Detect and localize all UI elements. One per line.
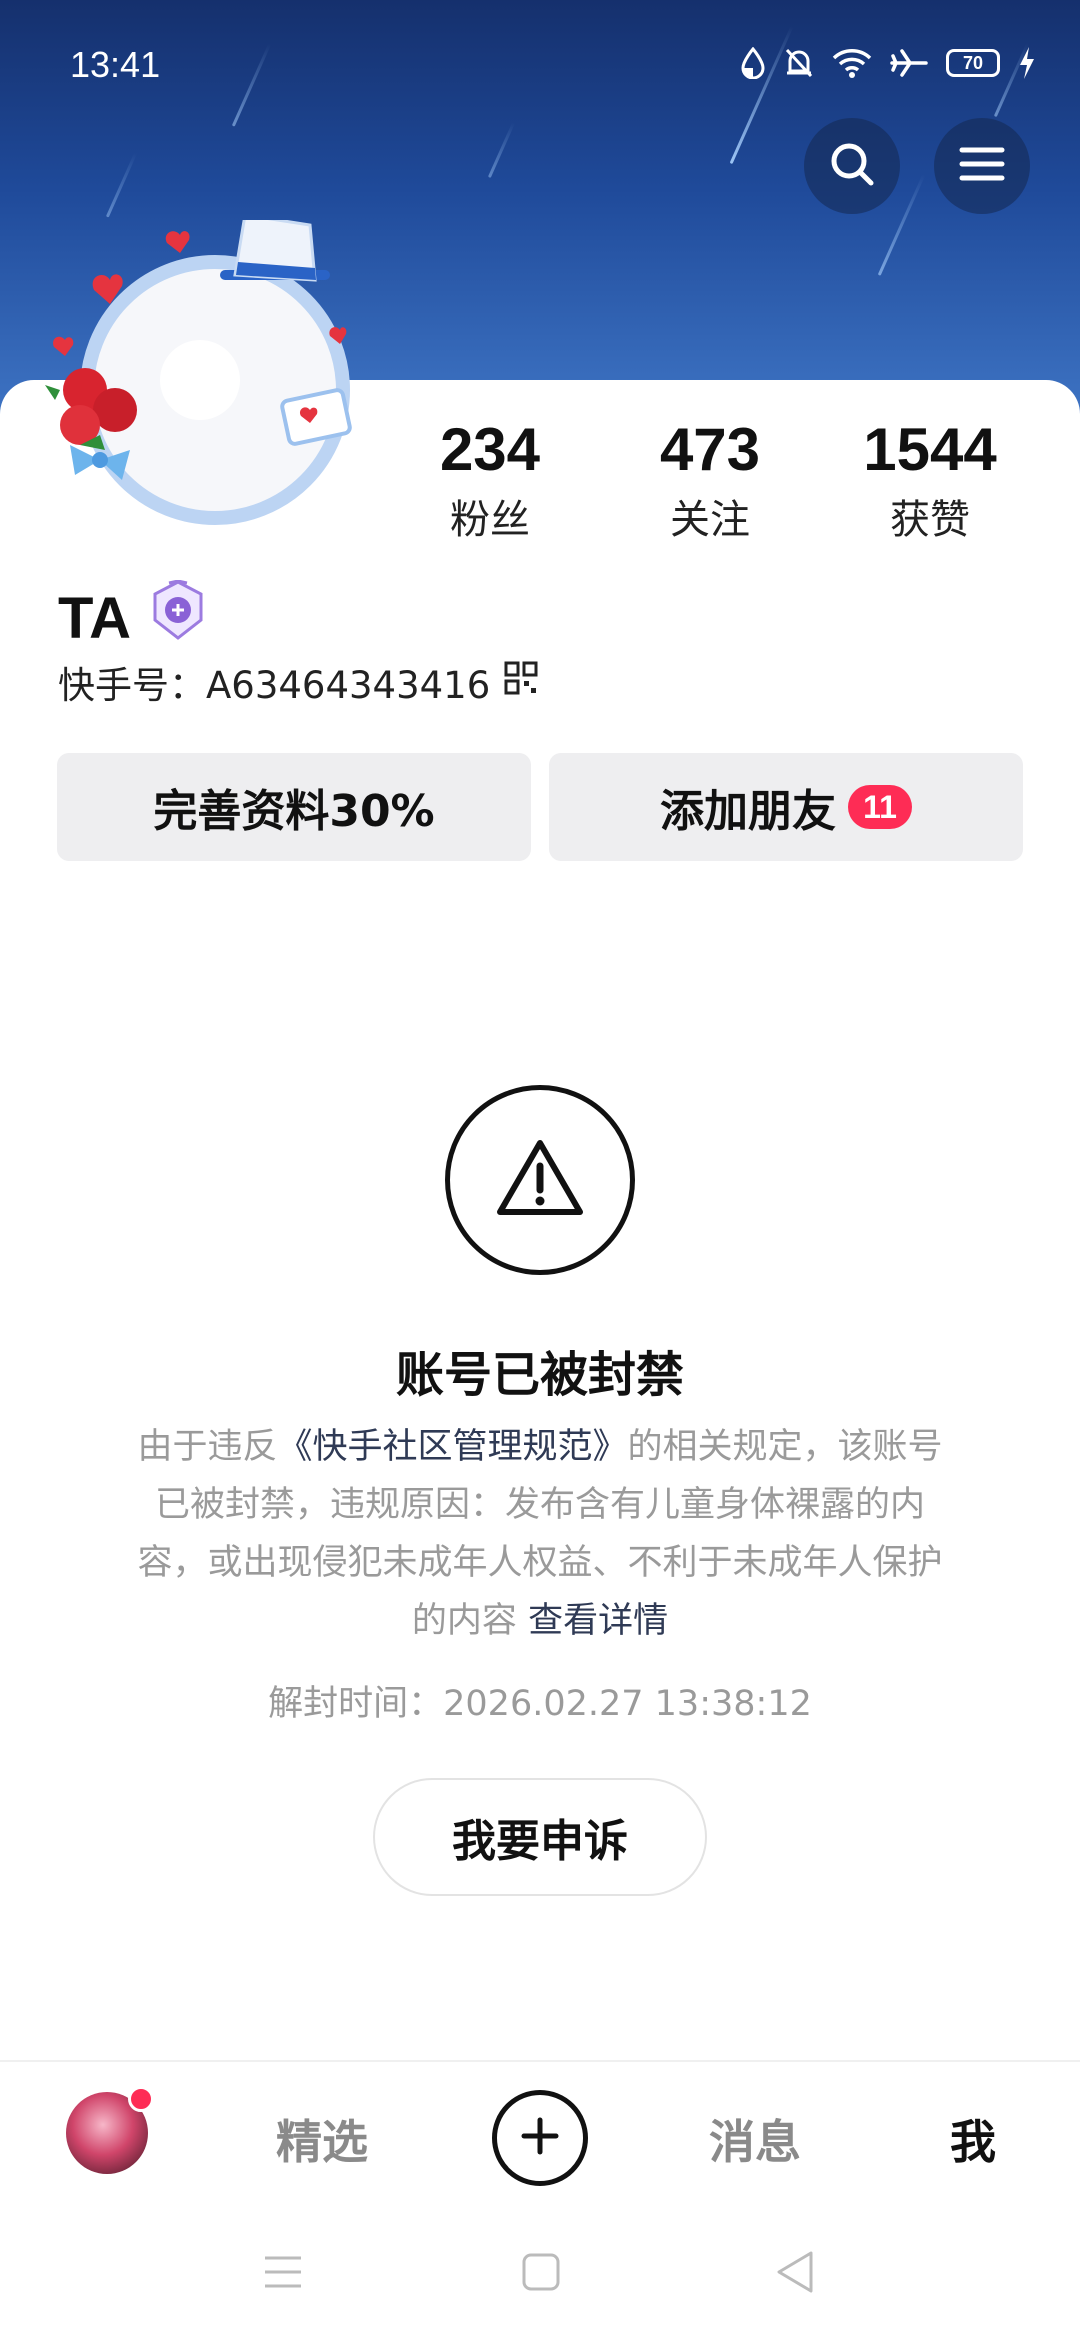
stat-label: 关注 [670,497,750,543]
stat-label: 粉丝 [450,497,530,543]
stat-value: 473 [659,416,761,483]
nav-me[interactable]: 我 [950,2106,996,2172]
stat-following[interactable]: 473 关注 [615,415,805,545]
appeal-button[interactable]: 我要申诉 [373,1778,707,1896]
home-icon[interactable] [521,2252,561,2296]
level-badge-icon[interactable] [149,579,207,656]
rain-streak [487,121,516,179]
stat-fans[interactable]: 234 粉丝 [395,415,585,545]
nav-featured[interactable]: 精选 [276,2106,368,2172]
status-icons: 70 [740,46,1036,80]
ban-description: 由于违反《快手社区管理规范》的相关规定，该账号已被封禁，违规原因：发布含有儿童身… [130,1418,950,1650]
view-details-link[interactable]: 查看详情 [528,1601,668,1641]
system-navigation-bar [0,2210,1080,2340]
unban-time: 解封时间：2026.02.27 13:38:12 [268,1684,812,1724]
create-button[interactable] [492,2090,588,2186]
airplane-icon [890,48,928,78]
stat-likes[interactable]: 1544 获赞 [835,415,1025,545]
warning-icon-circle [445,1085,635,1275]
username-row: TA [58,579,207,656]
profile-avatar[interactable] [40,213,360,540]
stat-value: 1544 [863,416,997,483]
wifi-icon [832,48,872,78]
warning-icon [495,1138,585,1222]
add-friends-button[interactable]: 添加朋友 11 [549,753,1023,861]
data-saver-icon [740,47,766,79]
bottom-navigation: 精选 消息 我 [0,2060,1080,2210]
nav-messages[interactable]: 消息 [709,2106,801,2172]
community-guidelines-link[interactable]: 《快手社区管理规范》 [277,1427,627,1467]
plus-icon [520,2116,560,2160]
user-id-row[interactable]: 快手号：A63464343416 [58,655,538,709]
menu-button[interactable] [934,118,1030,214]
ban-title: 账号已被封禁 [395,1347,684,1403]
search-button[interactable] [804,118,900,214]
status-bar: 13:41 70 [0,0,1080,120]
nav-avatar[interactable] [66,2086,154,2174]
mute-icon [784,47,814,79]
recent-apps-icon[interactable] [262,2254,304,2294]
add-friends-label: 添加朋友 [660,786,836,837]
stat-value: 234 [439,416,541,483]
stat-label: 获赞 [890,497,970,543]
battery-icon: 70 [946,49,1000,77]
username: TA [58,585,132,651]
back-icon[interactable] [775,2250,815,2298]
status-time: 13:41 [70,44,161,85]
menu-icon [959,144,1005,188]
qr-code-icon[interactable] [504,661,538,704]
avatar-frame-icon [45,213,352,525]
profile-stats: 234 粉丝 473 关注 1544 获赞 [395,415,1025,545]
user-id: 快手号：A63464343416 [58,664,491,707]
ban-desc-prefix: 由于违反 [137,1427,278,1467]
notification-dot [128,2086,154,2112]
search-icon [827,139,877,193]
friend-request-badge: 11 [848,785,912,829]
complete-profile-button[interactable]: 完善资料30% [57,753,531,861]
charging-icon [1018,46,1036,80]
complete-profile-label: 完善资料30% [153,786,435,837]
rain-streak [105,152,138,218]
